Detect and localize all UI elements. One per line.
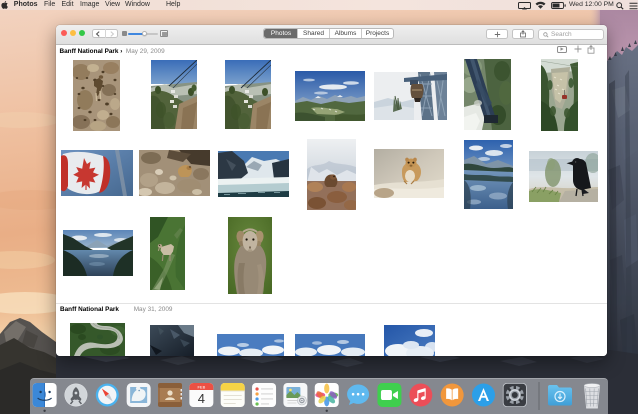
svg-text:4: 4 [198, 391, 205, 406]
svg-text:FEB: FEB [197, 385, 205, 390]
